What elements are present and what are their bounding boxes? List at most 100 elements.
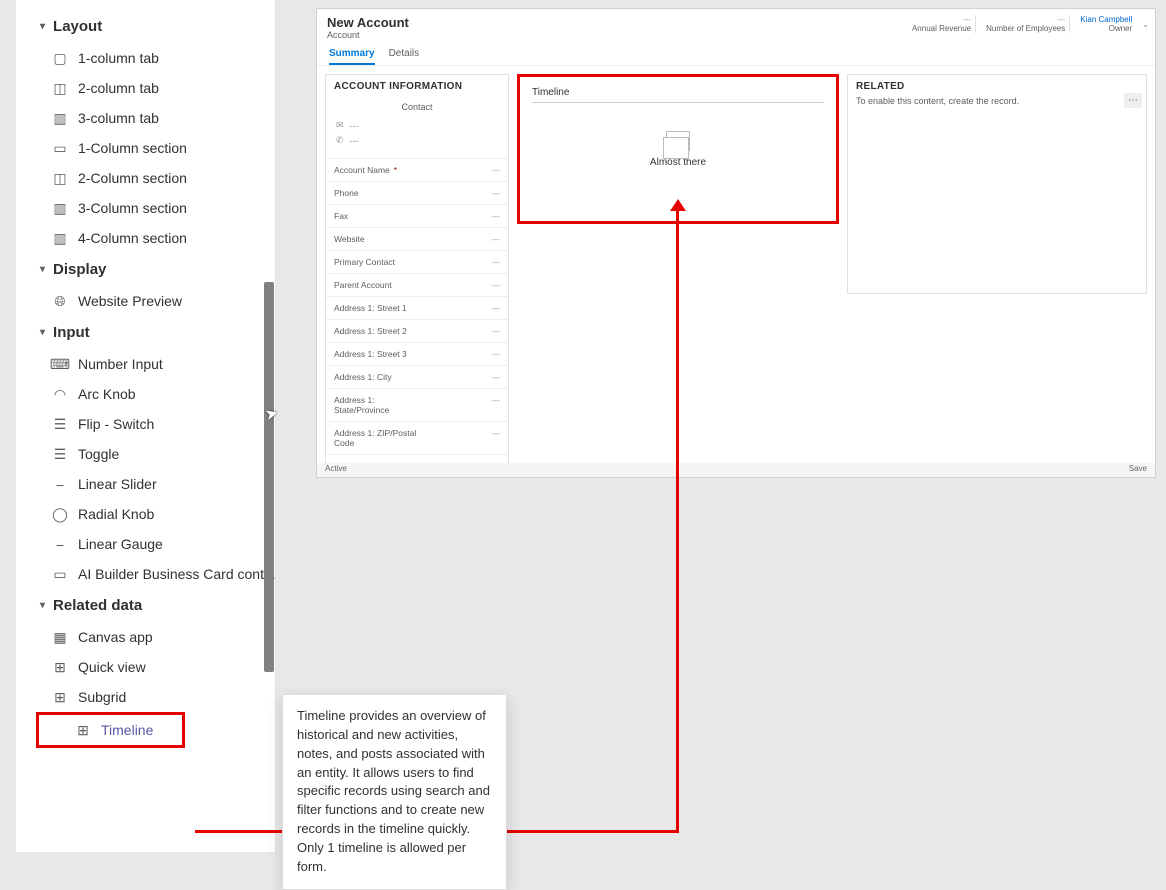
owner-name: Kian Campbell [1080, 15, 1132, 24]
stat-owner: Kian Campbell Owner [1076, 15, 1136, 33]
section-display-header[interactable]: ▾ Display [16, 253, 275, 286]
section-input-title: Input [53, 324, 90, 341]
component-flip-switch[interactable]: ☰Flip - Switch [16, 409, 275, 439]
chevron-down-icon: ▾ [40, 600, 45, 611]
canvas-app-icon: ▦ [52, 629, 68, 645]
related-section[interactable]: RELATED To enable this content, create t… [847, 74, 1147, 294]
status-right: Save [1129, 464, 1147, 476]
component-radial-knob[interactable]: ◯Radial Knob [16, 499, 275, 529]
component-timeline[interactable]: ⊞Timeline [36, 712, 185, 748]
phone-icon: ✆ [336, 135, 344, 146]
section-input-header[interactable]: ▾ Input [16, 316, 275, 349]
component-subgrid[interactable]: ⊞Subgrid [16, 682, 275, 712]
slider-icon: ⎯ [52, 476, 68, 492]
tab-details[interactable]: Details [389, 48, 420, 65]
form-tabs: Summary Details [317, 42, 1155, 66]
tooltip-text: Timeline provides an overview of histori… [297, 708, 490, 874]
field-website[interactable]: Website--- [326, 228, 508, 251]
contact-subsection: Contact ✉--- ✆--- [326, 98, 508, 159]
component-website-preview[interactable]: 🌐︎Website Preview [16, 286, 275, 316]
component-1-column-section[interactable]: ▭1-Column section [16, 133, 275, 163]
contact-email-row: ✉--- [334, 118, 500, 133]
form-preview-canvas: New Account Account --- Annual Revenue -… [316, 8, 1156, 478]
field-primary-contact[interactable]: Primary Contact--- [326, 251, 508, 274]
more-options-icon[interactable]: ⋯ [1124, 93, 1142, 108]
subgrid-icon: ⊞ [52, 689, 68, 705]
account-information-section[interactable]: ACCOUNT INFORMATION Contact ✉--- ✆--- Ac… [325, 74, 509, 476]
card-icon: ▭ [52, 566, 68, 582]
tab-layout-icon: ▢ [52, 50, 68, 66]
arc-knob-icon: ◠ [52, 386, 68, 402]
field-address1-zip[interactable]: Address 1: ZIP/Postal Code--- [326, 422, 508, 455]
radial-knob-icon: ◯ [52, 506, 68, 522]
section-layout-title: Layout [53, 18, 102, 35]
section-layout-icon: ▭ [52, 140, 68, 156]
component-4-column-section[interactable]: ▥4-Column section [16, 223, 275, 253]
quick-view-icon: ⊞ [52, 659, 68, 675]
section-layout-icon: ▥ [52, 200, 68, 216]
annotation-arrowhead-icon [670, 199, 686, 211]
component-1-column-tab[interactable]: ▢1-column tab [16, 43, 275, 73]
timeline-title: Timeline [532, 87, 824, 103]
section-layout-icon: ▥ [52, 230, 68, 246]
timeline-icon: ⊞ [75, 722, 91, 738]
chevron-down-icon: ▾ [40, 21, 45, 32]
related-message: To enable this content, create the recor… [856, 96, 1138, 106]
gauge-icon: ⎯ [52, 536, 68, 552]
email-icon: ✉ [336, 120, 344, 131]
field-address1-street1[interactable]: Address 1: Street 1--- [326, 297, 508, 320]
tab-layout-icon: ▥ [52, 110, 68, 126]
component-toggle[interactable]: ☰Toggle [16, 439, 275, 469]
tab-summary[interactable]: Summary [329, 48, 375, 65]
section-layout-header[interactable]: ▾ Layout [16, 10, 275, 43]
component-3-column-tab[interactable]: ▥3-column tab [16, 103, 275, 133]
field-account-name[interactable]: Account Name*--- [326, 159, 508, 182]
switch-icon: ☰ [52, 416, 68, 432]
component-sidebar: ▾ Layout ▢1-column tab ◫2-column tab ▥3-… [16, 0, 276, 852]
component-arc-knob[interactable]: ◠Arc Knob [16, 379, 275, 409]
component-number-input[interactable]: ⌨Number Input [16, 349, 275, 379]
stat-annual-revenue: --- Annual Revenue [908, 15, 976, 33]
status-left: Active [325, 464, 347, 476]
field-address1-street3[interactable]: Address 1: Street 3--- [326, 343, 508, 366]
sidebar-scrollbar[interactable] [264, 282, 274, 672]
form-body: ACCOUNT INFORMATION Contact ✉--- ✆--- Ac… [317, 66, 1155, 484]
status-bar: Active Save [317, 463, 1155, 477]
chevron-down-icon: ▾ [40, 264, 45, 275]
field-address1-street2[interactable]: Address 1: Street 2--- [326, 320, 508, 343]
timeline-tooltip: Timeline provides an overview of histori… [282, 694, 507, 890]
component-quick-view[interactable]: ⊞Quick view [16, 652, 275, 682]
header-stats: --- Annual Revenue --- Number of Employe… [908, 15, 1149, 33]
component-2-column-section[interactable]: ◫2-Column section [16, 163, 275, 193]
component-canvas-app[interactable]: ▦Canvas app [16, 622, 275, 652]
number-input-icon: ⌨ [52, 356, 68, 372]
toggle-icon: ☰ [52, 446, 68, 462]
annotation-arrow-vertical [676, 204, 679, 832]
field-fax[interactable]: Fax--- [326, 205, 508, 228]
component-3-column-section[interactable]: ▥3-Column section [16, 193, 275, 223]
tab-layout-icon: ◫ [52, 80, 68, 96]
timeline-placeholder: Almost there [532, 103, 824, 168]
component-2-column-tab[interactable]: ◫2-column tab [16, 73, 275, 103]
stat-employees: --- Number of Employees [982, 15, 1070, 33]
account-info-title: ACCOUNT INFORMATION [326, 75, 508, 98]
component-linear-slider[interactable]: ⎯Linear Slider [16, 469, 275, 499]
field-address1-state[interactable]: Address 1: State/Province--- [326, 389, 508, 422]
chevron-down-icon[interactable]: ⌄ [1142, 20, 1149, 29]
records-icon [666, 131, 690, 151]
field-parent-account[interactable]: Parent Account--- [326, 274, 508, 297]
related-title: RELATED [856, 81, 1138, 96]
component-ai-builder-card[interactable]: ▭AI Builder Business Card contr... [16, 559, 275, 589]
section-display-title: Display [53, 261, 106, 278]
contact-phone-row: ✆--- [334, 133, 500, 148]
section-related-header[interactable]: ▾ Related data [16, 589, 275, 622]
section-related-title: Related data [53, 597, 142, 614]
field-phone[interactable]: Phone--- [326, 182, 508, 205]
field-address1-city[interactable]: Address 1: City--- [326, 366, 508, 389]
globe-icon: 🌐︎ [52, 293, 68, 309]
contact-label: Contact [334, 102, 500, 118]
component-linear-gauge[interactable]: ⎯Linear Gauge [16, 529, 275, 559]
section-layout-icon: ◫ [52, 170, 68, 186]
chevron-down-icon: ▾ [40, 327, 45, 338]
form-header: New Account Account --- Annual Revenue -… [317, 9, 1155, 42]
